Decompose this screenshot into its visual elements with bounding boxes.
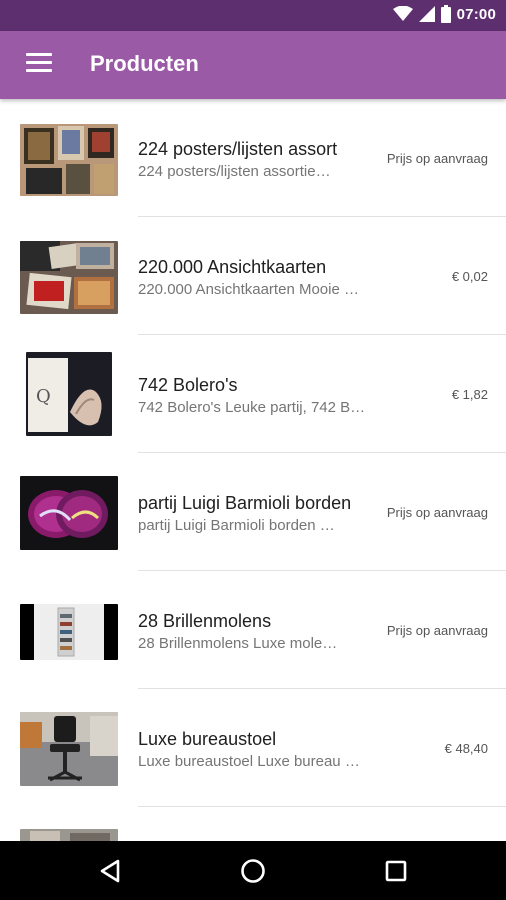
product-subtitle: partij Luigi Barmioli borden …	[138, 517, 335, 534]
product-title: Luxe bureaustoel	[138, 729, 277, 749]
back-icon	[100, 859, 120, 883]
product-thumbnail	[20, 712, 118, 786]
product-thumbnail	[20, 604, 118, 660]
page-title: Producten	[90, 51, 199, 76]
svg-text:Q: Q	[36, 386, 51, 407]
status-icons: 07:00	[392, 5, 496, 23]
product-row[interactable]	[0, 807, 506, 841]
product-subtitle: 28 Brillenmolens Luxe mole…	[138, 635, 338, 652]
menu-button[interactable]	[26, 53, 52, 77]
product-title: partij Luigi Barmioli borden	[138, 493, 352, 513]
product-thumbnail	[20, 829, 118, 841]
product-row[interactable]: Q 742 Bolero's 742 Bolero's Leuke partij…	[0, 335, 506, 453]
recents-icon	[385, 860, 407, 882]
product-thumbnail	[20, 124, 118, 196]
home-button[interactable]	[238, 856, 268, 886]
product-row[interactable]: Luxe bureaustoel Luxe bureaustoel Luxe b…	[0, 689, 506, 807]
product-row[interactable]: 28 Brillenmolens 28 Brillenmolens Luxe m…	[0, 571, 506, 689]
product-price: € 0,02	[451, 269, 488, 284]
wifi-icon	[392, 6, 413, 21]
home-icon	[241, 859, 265, 883]
product-row[interactable]: partij Luigi Barmioli borden partij Luig…	[0, 453, 506, 571]
product-price: Prijs op aanvraag	[386, 151, 488, 166]
product-price: Prijs op aanvraag	[386, 623, 488, 638]
status-bar: 07:00	[0, 0, 506, 31]
product-subtitle: 224 posters/lijsten assortie…	[138, 163, 331, 180]
product-title: 28 Brillenmolens	[138, 611, 272, 631]
product-thumbnail	[20, 476, 118, 550]
product-thumbnail	[20, 241, 118, 314]
product-row[interactable]: 224 posters/lijsten assort 224 posters/l…	[0, 99, 506, 217]
product-price: Prijs op aanvraag	[386, 505, 488, 520]
signal-icon	[418, 6, 435, 22]
product-thumbnail: Q	[26, 352, 112, 436]
status-time: 07:00	[456, 5, 496, 23]
back-button[interactable]	[96, 856, 126, 886]
nav-bar	[0, 841, 506, 900]
product-title: 224 posters/lijsten assort	[138, 139, 338, 159]
battery-icon	[440, 5, 451, 23]
product-price: € 48,40	[444, 741, 488, 756]
product-subtitle: 220.000 Ansichtkaarten Mooie partij …	[138, 281, 366, 298]
product-list[interactable]: 224 posters/lijsten assort 224 posters/l…	[0, 99, 506, 841]
app-bar: Producten	[0, 31, 506, 99]
product-title: 220.000 Ansichtkaarten	[138, 257, 327, 277]
menu-icon	[26, 53, 52, 72]
product-price: € 1,82	[451, 387, 488, 402]
product-row[interactable]: 220.000 Ansichtkaarten 220.000 Ansichtka…	[0, 217, 506, 335]
product-subtitle: Luxe bureaustoel Luxe bureau stoel, …	[138, 753, 366, 770]
product-subtitle: 742 Bolero's Leuke partij, 742 Bolero's…	[138, 399, 366, 416]
recents-button[interactable]	[381, 856, 411, 886]
product-title: 742 Bolero's	[138, 375, 238, 395]
